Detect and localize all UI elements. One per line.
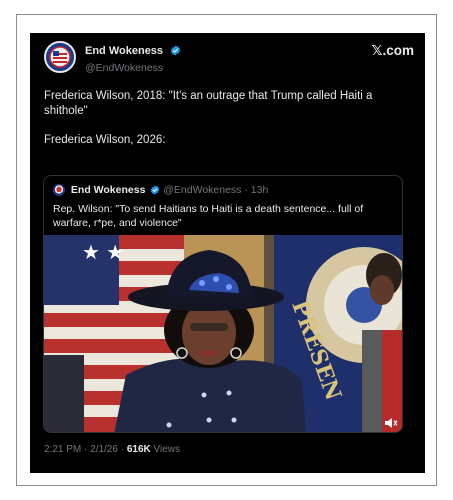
author-handle[interactable]: @EndWokeness [85, 62, 181, 74]
quoted-author-avatar[interactable] [53, 184, 65, 197]
screenshot-frame: End Wokeness @EndWokeness 𝕏.com Frederic… [16, 14, 437, 486]
volume-icon[interactable] [384, 417, 398, 429]
author-block: End Wokeness @EndWokeness [85, 42, 181, 74]
quoted-author-handle[interactable]: @EndWokeness [163, 184, 241, 196]
tweet-text: Frederica Wilson, 2018: "It's an outrage… [44, 89, 414, 162]
tweet-meta: 2:21 PM · 2/1/26 · 616K Views [44, 444, 180, 455]
verified-badge-icon [151, 185, 160, 195]
tweet-text-line-1: Frederica Wilson, 2018: "It's an outrage… [44, 90, 373, 117]
quoted-time-ago: · 13h [244, 184, 269, 197]
tweet-timestamp[interactable]: 2:21 PM · 2/1/26 · [44, 444, 127, 455]
quoted-author-name[interactable]: End Wokeness [71, 184, 146, 196]
views-label: Views [150, 444, 181, 455]
views-count: 616K [126, 444, 151, 455]
quoted-tweet[interactable]: End Wokeness @EndWokeness · 13h Rep. Wil… [43, 175, 403, 433]
svg-text:★ ★: ★ ★ [82, 240, 124, 264]
author-avatar[interactable] [44, 41, 76, 73]
x-brand-logo: 𝕏.com [371, 43, 414, 58]
tweet-card: End Wokeness @EndWokeness 𝕏.com Frederic… [30, 33, 425, 473]
quoted-tweet-header: End Wokeness @EndWokeness · 13h [53, 184, 269, 197]
author-name[interactable]: End Wokeness [85, 45, 163, 57]
verified-badge-icon [170, 45, 180, 56]
video-frame: ★ ★ PRESEN [44, 235, 402, 432]
tweet-text-line-2: Frederica Wilson, 2026: [44, 134, 166, 146]
video-player[interactable]: ★ ★ PRESEN [44, 235, 402, 432]
quoted-tweet-text: Rep. Wilson: "To send Haitians to Haiti … [53, 203, 364, 229]
